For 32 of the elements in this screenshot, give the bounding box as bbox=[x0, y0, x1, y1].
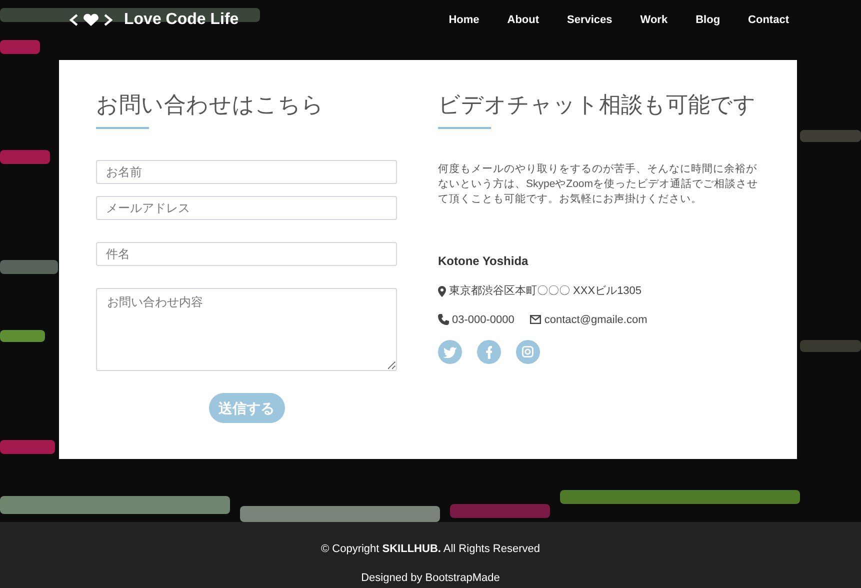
social-link[interactable] bbox=[438, 340, 462, 364]
section-heading: ビデオチャット相談も可能です bbox=[438, 91, 756, 119]
email-address[interactable]: contact@gmaile.com bbox=[544, 312, 648, 328]
description-text: 何度もメールのやり取りをするのが苦手、そんなに時間に余裕がないという方は、SkypeやZoomを使ったビデオ通話でご相談させて頂くことも可能です。お気軽にお声掛けください。 bbox=[438, 162, 760, 207]
heading-underline bbox=[96, 127, 149, 129]
social-link[interactable] bbox=[516, 340, 540, 364]
location-pin-icon bbox=[438, 286, 446, 297]
phone-number: 03-000-0000 bbox=[452, 312, 514, 328]
logo-icon bbox=[69, 13, 113, 27]
social-link[interactable] bbox=[477, 340, 501, 364]
nav-link[interactable]: Work bbox=[640, 12, 668, 28]
contact-name: Kotone Yoshida bbox=[438, 253, 528, 270]
address-text: 東京都渋谷区本町〇〇〇 XXXビル1305 bbox=[449, 284, 642, 299]
copyright-text: © Copyright SKILLHUB. All Rights Reserved bbox=[320, 542, 540, 557]
nav-link[interactable]: Contact bbox=[748, 12, 789, 28]
phone-icon bbox=[438, 314, 449, 326]
bird-icon bbox=[442, 346, 458, 358]
nav-link[interactable]: About bbox=[507, 12, 540, 28]
heading-underline bbox=[438, 127, 491, 129]
section-heading: お問い合わせはこちら bbox=[96, 91, 324, 119]
input-field[interactable]: 件名 bbox=[96, 242, 397, 266]
input-field[interactable]: お名前 bbox=[96, 160, 397, 184]
site-title[interactable]: Love Code Life bbox=[124, 8, 239, 32]
nav-link[interactable]: Blog bbox=[696, 12, 720, 28]
message-field[interactable]: お問い合わせ内容 bbox=[96, 288, 397, 371]
credit-text: Designed by BootstrapMade bbox=[361, 570, 500, 586]
input-field[interactable]: メールアドレス bbox=[96, 196, 397, 220]
nav-link[interactable]: Services bbox=[567, 12, 612, 28]
mail-icon bbox=[530, 315, 542, 324]
camera-icon bbox=[522, 346, 534, 358]
nav-link[interactable]: Home bbox=[448, 12, 480, 28]
letter-f-icon bbox=[486, 346, 492, 358]
